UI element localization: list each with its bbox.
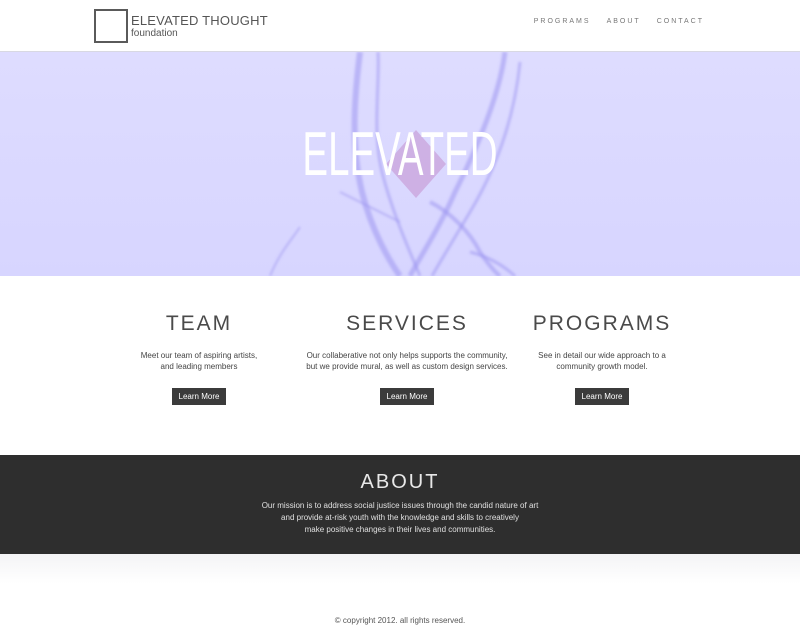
team-text: Meet our team of aspiring artists, and l… bbox=[79, 350, 319, 372]
programs-text: See in detail our wide approach to a com… bbox=[482, 350, 722, 372]
footer-copyright: © copyright 2012. all rights reserved. bbox=[334, 616, 466, 625]
team-title: TEAM bbox=[165, 312, 233, 335]
team-learn-more-button[interactable]: Learn More bbox=[171, 388, 227, 405]
team-text-line: Meet our team of aspiring artists, bbox=[140, 351, 258, 360]
about-title: ABOUT bbox=[360, 471, 440, 493]
nav-programs[interactable]: PROGRAMS bbox=[534, 18, 591, 25]
hero-title: ELEVATED bbox=[302, 120, 498, 189]
hero-banner: ELEVATED bbox=[0, 52, 800, 276]
team-text-line: and leading members bbox=[160, 362, 238, 371]
logo-subtitle[interactable]: foundation bbox=[131, 28, 178, 39]
programs-text-line: See in detail our wide approach to a bbox=[538, 351, 666, 360]
logo-title[interactable]: ELEVATED THOUGHT bbox=[131, 13, 268, 28]
about-text: Our mission is to address social justice… bbox=[0, 500, 800, 536]
services-text-line: Our collaberative not only helps support… bbox=[306, 351, 508, 360]
programs-title: PROGRAMS bbox=[532, 312, 672, 335]
site-header: ELEVATED THOUGHT foundation PROGRAMS ABO… bbox=[0, 0, 800, 52]
about-section: ABOUT Our mission is to address social j… bbox=[0, 455, 800, 554]
programs-text-line: community growth model. bbox=[556, 362, 648, 371]
main-nav: PROGRAMS ABOUT CONTACT bbox=[534, 18, 704, 25]
divider-band bbox=[0, 554, 800, 584]
services-learn-more-button[interactable]: Learn More bbox=[379, 388, 435, 405]
services-text-line: but we provide mural, as well as custom … bbox=[306, 362, 508, 371]
programs-section: PROGRAMS See in detail our wide approach… bbox=[482, 312, 722, 405]
about-text-line: make positive changes in their lives and… bbox=[304, 525, 496, 534]
about-text-line: Our mission is to address social justice… bbox=[261, 501, 539, 510]
about-text-line: and provide at-risk youth with the knowl… bbox=[281, 513, 519, 522]
nav-contact[interactable]: CONTACT bbox=[657, 18, 704, 25]
programs-learn-more-button[interactable]: Learn More bbox=[574, 388, 630, 405]
logo-square-icon[interactable] bbox=[94, 9, 128, 43]
nav-about[interactable]: ABOUT bbox=[607, 18, 641, 25]
team-section: TEAM Meet our team of aspiring artists, … bbox=[79, 312, 319, 405]
